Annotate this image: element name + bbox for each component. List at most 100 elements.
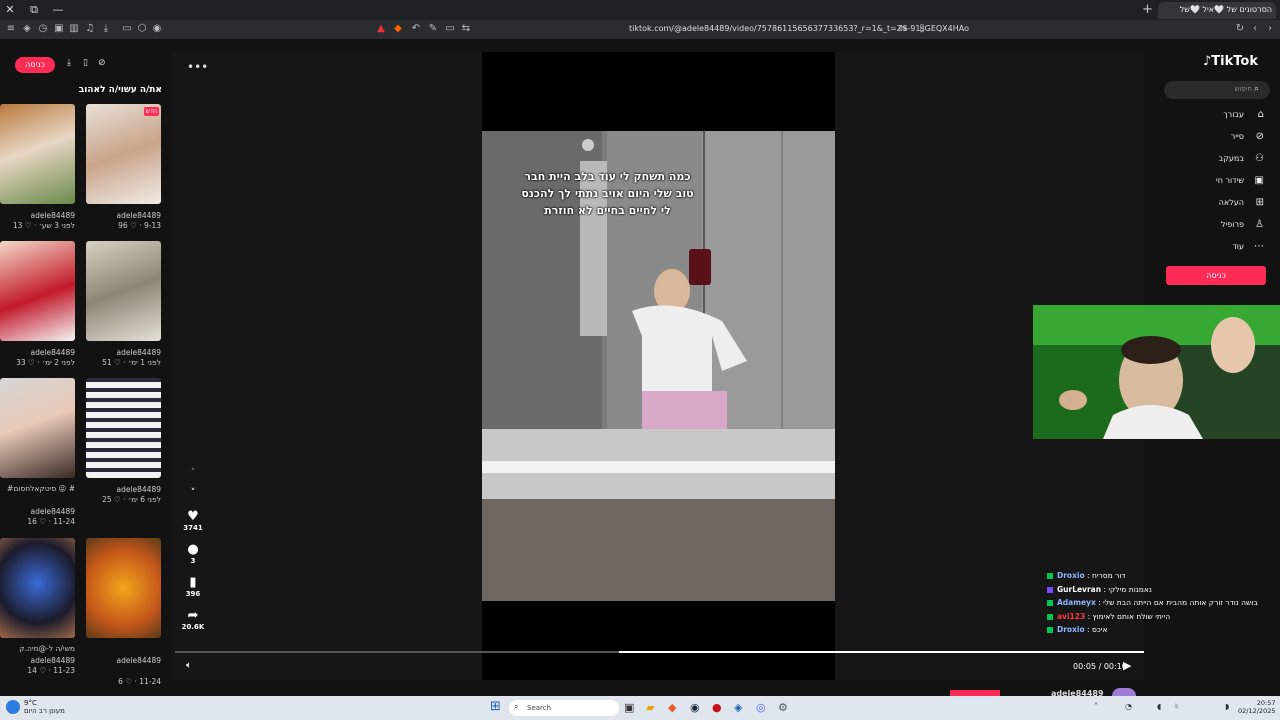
tabs-icon[interactable]: ▣ xyxy=(52,23,66,34)
translate-icon[interactable]: ⇋ xyxy=(896,23,910,34)
music-icon[interactable]: ♫ xyxy=(83,23,97,34)
windows-start-icon[interactable]: ⊞ xyxy=(490,699,501,714)
app-icon[interactable]: ● xyxy=(712,701,722,714)
shield-icon[interactable]: ◈ xyxy=(20,23,34,34)
chat-badge-icon xyxy=(1047,614,1053,620)
task-view-icon[interactable]: ▣ xyxy=(624,701,634,714)
mic-icon[interactable]: ♮ xyxy=(1175,702,1178,711)
progress-fill xyxy=(619,651,1144,653)
volume-icon[interactable]: 🔈︎ xyxy=(186,660,192,671)
scroll-down-icon[interactable]: ˅ xyxy=(180,488,206,498)
network-icon[interactable]: ◔ xyxy=(1125,702,1132,711)
sidebar-icon[interactable]: ▥ xyxy=(67,23,81,34)
back-arrow-icon[interactable]: ↶ xyxy=(409,23,423,34)
warning-icon[interactable]: ▲ xyxy=(374,23,388,34)
settings-icon[interactable]: ⚙ xyxy=(778,701,788,714)
comment-button[interactable]: ● 3 xyxy=(180,542,206,565)
video-thumbnail[interactable] xyxy=(0,538,75,638)
weather-icon[interactable] xyxy=(6,700,20,714)
file-explorer-icon[interactable]: ▰ xyxy=(646,701,654,714)
thumb-user[interactable]: adele84489 xyxy=(0,348,75,357)
menu-icon[interactable]: ≡ xyxy=(4,23,18,34)
video-caption: כמה תשחק לי עוד בלב היית חבר טוב שלי היו… xyxy=(521,170,694,217)
reload-icon[interactable]: ↻ xyxy=(1233,23,1247,34)
thumb-user[interactable]: adele84489 xyxy=(86,211,161,220)
avatar[interactable] xyxy=(1112,688,1136,696)
bottom-username[interactable]: adele84489 xyxy=(1051,689,1104,696)
video-thumbnail[interactable] xyxy=(0,104,75,204)
app-icon[interactable]: ◈ xyxy=(734,701,742,714)
tiktok-logo[interactable]: ♪TikTok xyxy=(1203,54,1258,69)
steam-icon[interactable]: ◉ xyxy=(690,701,700,714)
download-icon[interactable]: ⤓ xyxy=(67,58,71,68)
screenshot-icon[interactable]: ▭ xyxy=(120,23,134,34)
nav-more[interactable]: עוד ⋯ xyxy=(1160,241,1266,258)
video-thumbnail[interactable] xyxy=(86,241,161,341)
brave-shield-icon[interactable]: ◆ xyxy=(391,23,405,34)
share-button[interactable]: ➦ 20.6K xyxy=(180,608,206,631)
video-thumbnail[interactable]: חדש xyxy=(86,104,161,204)
volume-tray-icon[interactable]: ◖ xyxy=(1157,702,1161,711)
reader-icon[interactable]: ▭ xyxy=(443,23,457,34)
thumb-title[interactable]: #סיטקאלחסום 😜 # xyxy=(0,484,75,493)
more-dots-icon: ⋯ xyxy=(1254,241,1264,252)
new-badge: חדש xyxy=(143,107,159,116)
home-icon: ⌂ xyxy=(1257,109,1264,120)
back-icon[interactable]: ‹ xyxy=(1248,23,1262,34)
extension-icon[interactable]: ⬡ xyxy=(135,23,149,34)
video-thumbnail[interactable] xyxy=(86,538,161,638)
thumb-title[interactable]: משי/ה ל-@מיה.ק xyxy=(0,644,75,653)
thumb-meta: 6 ♡ · 11-24 xyxy=(118,677,161,686)
discord-icon[interactable]: ◎ xyxy=(756,701,766,714)
chat-badge-icon xyxy=(1047,627,1053,633)
active-tab[interactable]: הסרטונים של 🤍איל 🤍של xyxy=(1158,2,1276,19)
nav-following[interactable]: במעקב ⚇ xyxy=(1160,153,1266,170)
video-thumbnail[interactable] xyxy=(0,378,75,478)
tools-icon[interactable]: ✎ xyxy=(426,23,440,34)
taskbar-search[interactable]: Search xyxy=(509,700,619,716)
bookmark-icon[interactable]: ▯ xyxy=(915,23,929,34)
thumb-user[interactable]: adele84489 xyxy=(86,656,161,665)
download-icon[interactable]: ⤓ xyxy=(99,23,113,34)
taskbar-clock[interactable]: 20:57 02/12/2025 xyxy=(1238,699,1275,715)
nav-live[interactable]: שידור חי ▣ xyxy=(1160,175,1266,192)
new-tab-button[interactable]: + xyxy=(1142,2,1153,17)
thumb-user[interactable]: adele84489 xyxy=(0,656,75,665)
tray-chevron-icon[interactable]: ˄ xyxy=(1094,702,1098,711)
nav-explore[interactable]: סייר ⊘ xyxy=(1160,131,1266,148)
nav-upload[interactable]: העלאה ⊞ xyxy=(1160,197,1266,214)
video-thumbnail[interactable] xyxy=(86,378,161,478)
nav-for-you[interactable]: עבורך ⌂ xyxy=(1160,109,1266,126)
like-button[interactable]: ♥ 3741 xyxy=(180,509,206,532)
history-icon[interactable]: ◷ xyxy=(36,23,50,34)
brave-icon[interactable]: ◆ xyxy=(668,701,676,714)
forward-icon[interactable]: › xyxy=(1263,23,1277,34)
weather-desc: מעונן רב היום xyxy=(24,707,65,715)
video-thumbnail[interactable] xyxy=(0,241,75,341)
scroll-up-icon[interactable]: ˄ xyxy=(180,468,206,478)
play-icon[interactable]: ▶ xyxy=(1123,659,1131,672)
more-options-icon[interactable]: ••• xyxy=(187,60,208,74)
share-icon[interactable]: ⇆ xyxy=(459,23,473,34)
thumb-user[interactable]: adele84489 xyxy=(86,348,161,357)
weather-widget[interactable]: 9°C מעונן רב היום xyxy=(24,699,65,715)
nav-profile[interactable]: פרופיל ♙ xyxy=(1160,219,1266,236)
thumb-user[interactable]: adele84489 xyxy=(0,507,75,516)
nav-label: סייר xyxy=(1230,132,1244,141)
minimize-window-icon[interactable]: — xyxy=(50,3,66,16)
wifi-icon[interactable]: ◉ xyxy=(150,23,164,34)
close-window-icon[interactable]: ✕ xyxy=(2,3,18,16)
restore-window-icon[interactable]: ⧉ xyxy=(26,3,42,17)
search-icon[interactable]: ⌕ xyxy=(1254,84,1259,94)
phone-icon[interactable]: ▯ xyxy=(83,58,88,68)
login-button[interactable]: כניסה xyxy=(15,57,55,73)
nav-login-button[interactable]: כניסה xyxy=(1166,266,1266,285)
nav-label: שידור חי xyxy=(1215,176,1244,185)
speaker-icon[interactable]: ◗ xyxy=(1225,702,1229,711)
compass-icon[interactable]: ⊘ xyxy=(98,58,106,68)
chat-text: נאמנות מילקי xyxy=(1108,585,1152,594)
thumb-user[interactable]: adele84489 xyxy=(0,211,75,220)
save-button[interactable]: ▮ 396 xyxy=(180,575,206,598)
thumb-user[interactable]: adele84489 xyxy=(86,485,161,494)
save-count: 396 xyxy=(185,590,201,598)
